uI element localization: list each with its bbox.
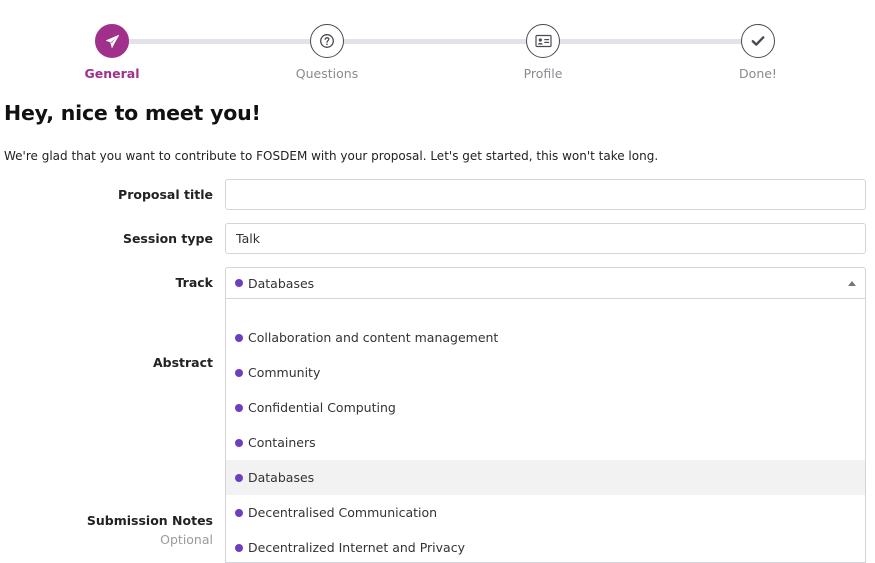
id-card-icon — [534, 34, 552, 48]
track-option[interactable]: Collaboration and content management — [226, 320, 865, 355]
proposal-title-label: Proposal title — [118, 187, 213, 202]
track-label: Track — [175, 275, 213, 290]
track-option[interactable]: Community — [226, 355, 865, 390]
track-color-dot — [235, 508, 243, 517]
progress-stepper: General Questions Profile Done! — [0, 0, 875, 90]
track-option-label: Collaboration and content management — [248, 330, 499, 345]
step-circle — [310, 24, 344, 58]
session-type-input[interactable] — [225, 223, 866, 254]
question-icon — [320, 34, 334, 48]
track-color-dot — [235, 368, 243, 377]
step-label: Done! — [739, 66, 777, 81]
track-color-dot — [235, 403, 243, 412]
track-option-label: Containers — [248, 435, 316, 450]
intro-text: We're glad that you want to contribute t… — [4, 149, 659, 163]
track-selected-value: Databases — [248, 275, 315, 291]
step-label: Profile — [523, 66, 563, 81]
track-option[interactable]: Containers — [226, 425, 865, 460]
track-option-label: Confidential Computing — [248, 400, 396, 415]
track-option[interactable]: Confidential Computing — [226, 390, 865, 425]
proposal-title-input[interactable] — [225, 179, 866, 210]
track-option-label: Decentralized Internet and Privacy — [248, 540, 465, 555]
track-color-dot — [235, 473, 243, 482]
track-option-label: Databases — [248, 470, 315, 485]
track-color-dot — [235, 333, 243, 342]
track-option[interactable]: Decentralized Internet and Privacy — [226, 530, 865, 562]
track-color-dot — [235, 438, 243, 447]
step-label: General — [84, 66, 140, 81]
track-option-label: Decentralised Communication — [248, 505, 438, 520]
track-color-dot — [235, 543, 243, 552]
step-profile[interactable]: Profile — [483, 24, 603, 81]
step-questions[interactable]: Questions — [267, 24, 387, 81]
submission-notes-label: Submission Notes — [86, 513, 213, 528]
submission-notes-hint: Optional — [160, 532, 213, 547]
step-circle — [95, 24, 129, 58]
track-color-dot — [235, 279, 243, 287]
check-icon — [751, 36, 765, 46]
paper-plane-icon — [105, 34, 119, 48]
step-general[interactable]: General — [52, 24, 172, 81]
step-done[interactable]: Done! — [698, 24, 818, 81]
track-option-selected[interactable]: Databases — [226, 460, 865, 495]
track-option[interactable]: Decentralised Communication — [226, 495, 865, 530]
abstract-label: Abstract — [152, 355, 213, 370]
step-circle — [741, 24, 775, 58]
track-option-label: Community — [248, 365, 321, 380]
track-select[interactable]: Databases — [225, 267, 866, 299]
page-title: Hey, nice to meet you! — [4, 101, 261, 125]
track-dropdown-list[interactable]: Collaboration and content management Com… — [225, 299, 866, 563]
caret-up-icon — [848, 281, 856, 286]
session-type-label: Session type — [122, 231, 213, 246]
step-circle — [526, 24, 560, 58]
step-label: Questions — [295, 66, 359, 81]
